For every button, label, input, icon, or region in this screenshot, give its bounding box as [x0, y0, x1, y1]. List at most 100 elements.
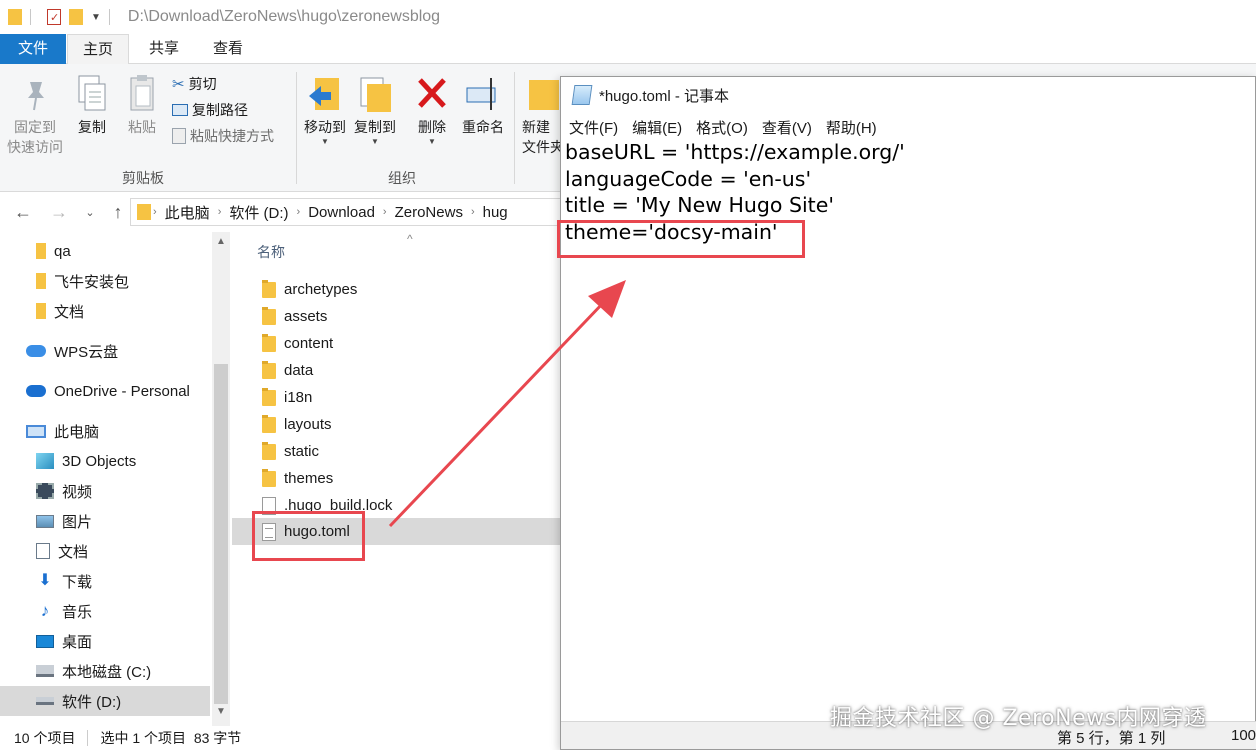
nav-item-pictures[interactable]: 图片 — [0, 506, 210, 536]
menu-file[interactable]: 文件(F) — [569, 117, 618, 138]
file-name: static — [284, 443, 320, 460]
file-row-i18n[interactable]: i18n — [232, 384, 562, 411]
nav-label: 下载 — [62, 573, 93, 591]
nav-item-this-pc[interactable]: 此电脑 — [0, 416, 210, 446]
chevron-down-icon: ▼ — [428, 137, 436, 146]
nav-item-downloads[interactable]: ⬇ 下载 — [0, 566, 210, 596]
folder-icon — [262, 414, 276, 433]
nav-label: 桌面 — [62, 633, 93, 651]
menu-view[interactable]: 查看(V) — [762, 117, 812, 138]
nav-item-feiniu[interactable]: 飞牛安装包 — [0, 266, 210, 296]
menu-edit[interactable]: 编辑(E) — [632, 117, 682, 138]
rename-label: 重命名 — [462, 119, 504, 135]
highlight-box-theme-line — [557, 220, 805, 258]
pin-quick-access-button[interactable]: 固定到 快速访问 — [4, 78, 66, 157]
navigation-pane: qa 飞牛安装包 文档 WPS云盘 OneDrive - Personal 此电… — [0, 232, 230, 726]
file-row-themes[interactable]: themes — [232, 465, 562, 492]
menu-format[interactable]: 格式(O) — [696, 117, 748, 138]
file-name: content — [284, 335, 334, 352]
file-name: assets — [284, 308, 328, 325]
forward-arrow-icon[interactable]: → — [46, 202, 72, 223]
zoom-level: 100 — [1231, 727, 1256, 744]
tab-file[interactable]: 文件 — [0, 34, 66, 64]
nav-item-drive-d[interactable]: 软件 (D:) — [0, 686, 210, 716]
clipboard-group-label: 剪贴板 — [122, 170, 164, 186]
copy-to-button[interactable]: 复制到 ▼ — [350, 74, 400, 146]
breadcrumb-this-pc[interactable]: 此电脑 — [159, 202, 216, 223]
scroll-down-icon[interactable]: ▼ — [212, 706, 230, 717]
breadcrumb-zeronews[interactable]: ZeroNews — [389, 204, 469, 221]
window-title-path: D:\Download\ZeroNews\hugo\zeronewsblog — [127, 8, 441, 25]
folder-icon — [262, 387, 276, 406]
nav-label: OneDrive - Personal — [54, 382, 190, 400]
nav-label: 本地磁盘 (C:) — [62, 663, 152, 681]
rename-icon — [466, 78, 496, 110]
file-row-layouts[interactable]: layouts — [232, 411, 562, 438]
nav-item-videos[interactable]: 视频 — [0, 476, 210, 506]
column-header-name[interactable]: 名称 — [257, 242, 285, 262]
file-list: ^ 名称 archetypes assets content data i18n… — [232, 232, 562, 726]
music-icon: ♪ — [40, 601, 50, 620]
folder-icon — [262, 333, 276, 352]
tab-home[interactable]: 主页 — [67, 34, 129, 65]
breadcrumb-download[interactable]: Download — [302, 204, 381, 221]
file-name: themes — [284, 470, 334, 487]
file-name: data — [284, 362, 314, 379]
nav-item-qa[interactable]: qa — [0, 236, 210, 266]
nav-label: 软件 (D:) — [62, 693, 122, 711]
breadcrumb-drive-d[interactable]: 软件 (D:) — [223, 202, 294, 223]
nav-item-music[interactable]: ♪ 音乐 — [0, 596, 210, 626]
nav-item-desktop[interactable]: 桌面 — [0, 626, 210, 656]
recent-locations-chevron-icon[interactable]: ⌄ — [82, 206, 98, 219]
rename-button[interactable]: 重命名 — [458, 74, 508, 137]
chevron-down-icon: ▼ — [321, 137, 329, 146]
file-row-content[interactable]: content — [232, 330, 562, 357]
quick-access-dropdown-icon[interactable]: ▼ — [91, 12, 101, 23]
nav-scrollbar-thumb[interactable] — [214, 364, 228, 704]
sort-ascending-icon: ^ — [407, 232, 413, 246]
cube-icon — [36, 453, 54, 469]
properties-check-icon[interactable]: ✓ — [47, 9, 61, 25]
cut-button[interactable]: ✂ 剪切 — [172, 74, 217, 94]
nav-item-onedrive[interactable]: OneDrive - Personal — [0, 376, 210, 406]
delete-button[interactable]: 删除 ▼ — [412, 74, 452, 146]
new-folder-button[interactable]: 新建 文件夹 — [518, 74, 560, 157]
folder-icon — [262, 441, 276, 460]
copy-path-button[interactable]: 复制路径 — [172, 100, 248, 120]
nav-item-3d-objects[interactable]: 3D Objects — [0, 446, 210, 476]
scroll-up-icon[interactable]: ▲ — [212, 236, 230, 247]
pc-icon — [26, 424, 46, 438]
drive-icon — [36, 665, 54, 677]
folder-icon — [262, 279, 276, 298]
nav-item-documents-folder[interactable]: 文档 — [0, 296, 210, 326]
paste-button[interactable]: 粘贴 — [122, 74, 162, 137]
file-row-data[interactable]: data — [232, 357, 562, 384]
copy-button[interactable]: 复制 — [72, 74, 112, 137]
folder-icon — [36, 273, 46, 289]
file-row-assets[interactable]: assets — [232, 303, 562, 330]
explorer-statusbar: 10 个项目 选中 1 个项目 83 字节 — [0, 726, 560, 750]
selection-info: 选中 1 个项目 83 字节 — [100, 730, 242, 746]
file-name: layouts — [284, 416, 332, 433]
move-to-button[interactable]: 移动到 ▼ — [300, 74, 350, 146]
file-row-static[interactable]: static — [232, 438, 562, 465]
back-arrow-icon[interactable]: ← — [10, 202, 36, 223]
menu-help[interactable]: 帮助(H) — [826, 117, 877, 138]
new-folder-quick-icon[interactable] — [69, 9, 83, 25]
video-icon — [36, 483, 54, 499]
nav-label: 此电脑 — [54, 423, 100, 441]
folder-icon — [36, 303, 46, 319]
copy-to-label: 复制到 — [354, 119, 396, 135]
up-arrow-icon[interactable]: ↑ — [108, 202, 128, 223]
tab-view[interactable]: 查看 — [197, 34, 259, 64]
nav-item-wps-cloud[interactable]: WPS云盘 — [0, 336, 210, 366]
tab-share[interactable]: 共享 — [133, 34, 195, 64]
breadcrumb-hugo[interactable]: hug — [477, 204, 514, 221]
paste-shortcut-button[interactable]: 粘贴快捷方式 — [172, 126, 274, 146]
nav-scrollbar[interactable]: ▲ ▼ — [212, 232, 230, 726]
file-row-archetypes[interactable]: archetypes — [232, 276, 562, 303]
nav-label: 视频 — [62, 483, 93, 501]
nav-item-drive-c[interactable]: 本地磁盘 (C:) — [0, 656, 210, 686]
drive-icon — [36, 697, 54, 705]
nav-item-documents[interactable]: 文档 — [0, 536, 210, 566]
